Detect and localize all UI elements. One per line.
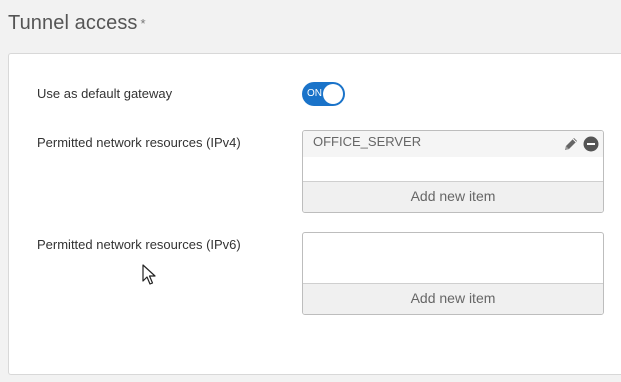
- list-item-text: OFFICE_SERVER: [313, 134, 422, 149]
- default-gateway-label: Use as default gateway: [37, 86, 173, 101]
- list-item-actions: [563, 136, 599, 152]
- list-item[interactable]: OFFICE_SERVER: [303, 131, 603, 157]
- minus-circle-icon[interactable]: [583, 136, 599, 152]
- page: Tunnel access * Use as default gateway ON…: [0, 0, 621, 382]
- required-mark: *: [140, 16, 146, 31]
- ipv4-resources-list: OFFICE_SERVER Add new item: [302, 130, 604, 213]
- section-title-text: Tunnel access: [8, 12, 138, 34]
- default-gateway-toggle[interactable]: ON: [302, 82, 345, 106]
- mouse-pointer-icon: [142, 264, 158, 286]
- toggle-state-text: ON: [307, 88, 322, 99]
- ipv4-resources-label: Permitted network resources (IPv4): [37, 135, 241, 150]
- ipv6-items-area: [303, 233, 603, 283]
- section-title: Tunnel access *: [8, 12, 146, 35]
- pencil-icon[interactable]: [563, 136, 579, 152]
- toggle-knob: [323, 84, 343, 104]
- ipv4-add-new-item-button[interactable]: Add new item: [303, 181, 603, 212]
- ipv6-resources-label: Permitted network resources (IPv6): [37, 237, 241, 252]
- ipv6-resources-list: Add new item: [302, 232, 604, 315]
- ipv4-items-area: OFFICE_SERVER: [303, 131, 603, 181]
- ipv6-add-new-item-button[interactable]: Add new item: [303, 283, 603, 314]
